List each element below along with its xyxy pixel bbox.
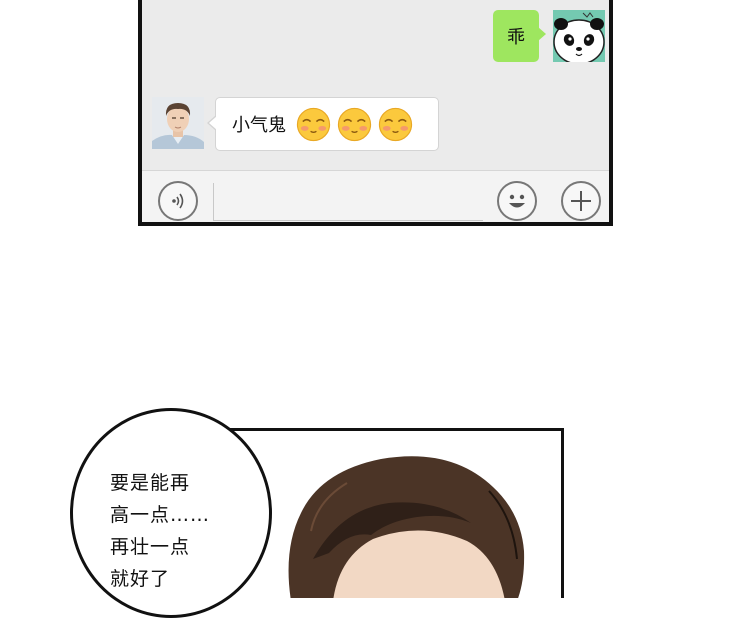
blush-emoji-icon xyxy=(378,107,413,141)
speech-line: 要是能再 xyxy=(110,472,191,494)
speech-line: 高一点…… xyxy=(110,504,211,526)
blush-emoji-icon xyxy=(337,107,372,141)
message-input[interactable] xyxy=(213,183,483,221)
outgoing-message-bubble[interactable]: 乖 xyxy=(493,10,546,62)
speech-line: 就好了 xyxy=(110,568,171,590)
more-button[interactable] xyxy=(561,181,601,221)
voice-icon xyxy=(172,193,184,209)
plus-icon xyxy=(571,191,591,211)
man-portrait-icon xyxy=(152,97,204,149)
speech-text: 要是能再 高一点…… 再壮一点 就好了 xyxy=(110,467,210,595)
blush-emoji-icon xyxy=(296,107,331,141)
incoming-message-text: 小气鬼 xyxy=(232,115,286,136)
panda-avatar[interactable] xyxy=(553,10,605,62)
contact-avatar[interactable] xyxy=(152,97,204,149)
voice-button[interactable] xyxy=(158,181,198,221)
speech-line: 再壮一点 xyxy=(110,536,191,558)
emoji-button[interactable] xyxy=(497,181,537,221)
chat-input-bar xyxy=(142,170,609,222)
panda-icon xyxy=(553,10,605,62)
smiley-icon xyxy=(509,194,525,208)
character-hair-illustration xyxy=(288,456,525,598)
outgoing-message-text: 乖 xyxy=(507,27,525,48)
incoming-message-bubble[interactable]: 小气鬼 xyxy=(207,97,439,151)
chat-panel: 乖 小气鬼 xyxy=(138,0,613,226)
